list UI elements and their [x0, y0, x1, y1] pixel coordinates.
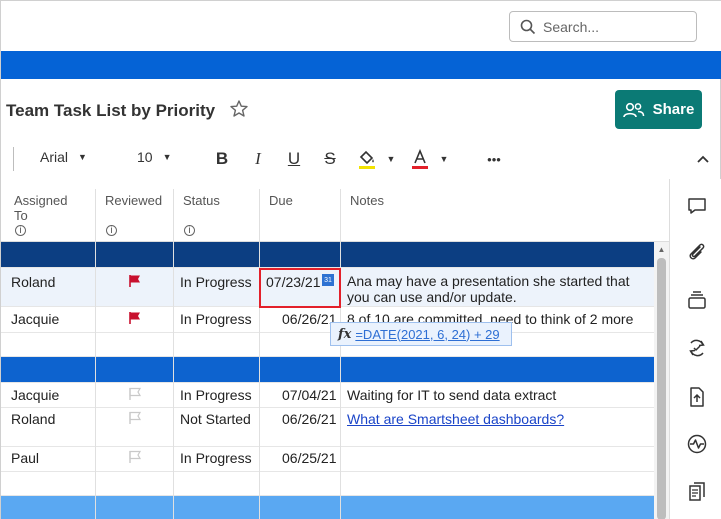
paint-bucket-icon	[359, 150, 375, 169]
update-requests-icon[interactable]	[686, 337, 708, 359]
column-header-assigned-to[interactable]: Assigned To	[14, 193, 67, 223]
flag-outline-icon[interactable]	[128, 387, 142, 401]
status-cell[interactable]: In Progress	[180, 450, 252, 466]
bold-button[interactable]: B	[210, 147, 234, 171]
favorite-star-icon[interactable]	[229, 99, 249, 119]
table-row[interactable]: Jacquie In Progress 07/04/21 Waiting for…	[1, 383, 654, 408]
info-icon[interactable]: i	[15, 225, 26, 236]
table-row[interactable]: Paul In Progress 06/25/21	[1, 447, 654, 472]
publish-icon[interactable]	[686, 386, 708, 408]
people-icon	[622, 102, 644, 117]
fill-color-button[interactable]	[355, 147, 379, 171]
column-header-status[interactable]: Status	[183, 193, 220, 208]
assigned-cell[interactable]: Paul	[11, 450, 39, 466]
status-cell[interactable]: In Progress	[180, 311, 252, 327]
attachment-icon[interactable]	[686, 241, 708, 263]
assigned-cell[interactable]: Jacquie	[11, 311, 59, 327]
proofs-icon[interactable]	[686, 289, 708, 311]
assigned-cell[interactable]: Roland	[11, 274, 55, 290]
flag-outline-icon[interactable]	[128, 450, 142, 464]
due-cell[interactable]: 07/04/21	[282, 387, 337, 403]
table-row[interactable]: Jacquie In Progress 06/26/21 8 of 10 are…	[1, 307, 654, 333]
table-row[interactable]: Roland Not Started 06/26/21 What are Sma…	[1, 408, 654, 447]
search-box[interactable]	[509, 11, 697, 42]
more-options-button[interactable]: •••	[482, 147, 506, 171]
flag-icon[interactable]	[128, 274, 142, 288]
formula-tooltip: fx =DATE(2021, 6, 24) + 29	[330, 322, 512, 346]
function-icon: fx	[338, 326, 352, 342]
sheet-title: Team Task List by Priority	[6, 101, 216, 120]
flag-outline-icon[interactable]	[128, 411, 142, 425]
text-color-icon	[412, 148, 428, 169]
share-button[interactable]: Share	[615, 90, 702, 129]
chevron-down-icon: ▼	[162, 152, 172, 162]
strikethrough-button[interactable]: S	[318, 147, 342, 171]
right-rail	[669, 179, 721, 519]
info-icon[interactable]: i	[106, 225, 117, 236]
top-bar	[1, 1, 721, 51]
notes-cell[interactable]: Waiting for IT to send data extract	[347, 387, 556, 403]
underline-button[interactable]: U	[282, 147, 306, 171]
flag-icon[interactable]	[128, 311, 142, 325]
assigned-cell[interactable]: Jacquie	[11, 387, 59, 403]
due-cell[interactable]: 06/25/21	[282, 450, 337, 466]
text-color-dropdown[interactable]: ▼	[432, 147, 456, 171]
text-color-button[interactable]	[408, 147, 432, 171]
font-size-select[interactable]: 10 ▼	[137, 149, 172, 165]
summary-icon[interactable]	[686, 481, 708, 503]
fill-color-dropdown[interactable]: ▼	[379, 147, 403, 171]
header-band	[1, 51, 721, 79]
due-cell[interactable]: 06/26/21	[282, 411, 337, 427]
italic-button[interactable]: I	[246, 147, 270, 171]
status-cell[interactable]: In Progress	[180, 387, 252, 403]
formula-text: =DATE(2021, 6, 24) + 29	[355, 326, 500, 342]
status-cell[interactable]: Not Started	[180, 411, 251, 427]
font-family-value: Arial	[40, 149, 69, 165]
column-header-reviewed[interactable]: Reviewed	[105, 193, 162, 208]
notes-link[interactable]: What are Smartsheet dashboards?	[347, 411, 564, 427]
search-icon	[520, 19, 536, 34]
empty-row[interactable]	[1, 472, 654, 496]
column-header-row: Assigned To i Reviewed i Status i Due No…	[1, 179, 669, 242]
assigned-cell[interactable]: Roland	[11, 411, 55, 427]
calendar-icon[interactable]: 31	[322, 274, 334, 286]
header-label: Assigned To	[14, 193, 68, 223]
scrollbar-thumb[interactable]	[657, 258, 666, 519]
empty-row[interactable]	[1, 333, 654, 357]
format-toolbar: Arial ▼ 10 ▼ B I U S ▼ ▼ •••	[1, 141, 721, 177]
search-input[interactable]	[543, 18, 683, 35]
sheet-grid: Assigned To i Reviewed i Status i Due No…	[1, 179, 669, 519]
chevron-up-icon	[697, 155, 709, 163]
toolbar-divider	[13, 147, 14, 171]
chevron-down-icon: ▼	[78, 152, 87, 162]
vertical-scrollbar[interactable]: ▲	[654, 242, 669, 519]
section-band-row[interactable]	[1, 496, 654, 519]
notes-cell[interactable]: Ana may have a presentation she started …	[347, 273, 647, 305]
due-cell[interactable]: 06/26/21	[282, 311, 337, 327]
column-header-due[interactable]: Due	[269, 193, 293, 208]
collapse-toolbar-button[interactable]	[691, 147, 715, 171]
font-family-select[interactable]: Arial ▼	[40, 149, 87, 165]
title-bar: Team Task List by Priority Share	[1, 79, 721, 141]
share-label: Share	[652, 101, 695, 118]
comments-icon[interactable]	[686, 195, 708, 217]
status-cell[interactable]: In Progress	[180, 274, 252, 290]
column-header-notes[interactable]: Notes	[350, 193, 384, 208]
activity-log-icon[interactable]	[686, 433, 708, 455]
font-size-value: 10	[137, 149, 153, 165]
info-icon[interactable]: i	[184, 225, 195, 236]
section-band-row[interactable]	[1, 357, 654, 383]
scroll-up-arrow-icon[interactable]: ▲	[657, 245, 666, 254]
section-band-row[interactable]	[1, 242, 654, 268]
